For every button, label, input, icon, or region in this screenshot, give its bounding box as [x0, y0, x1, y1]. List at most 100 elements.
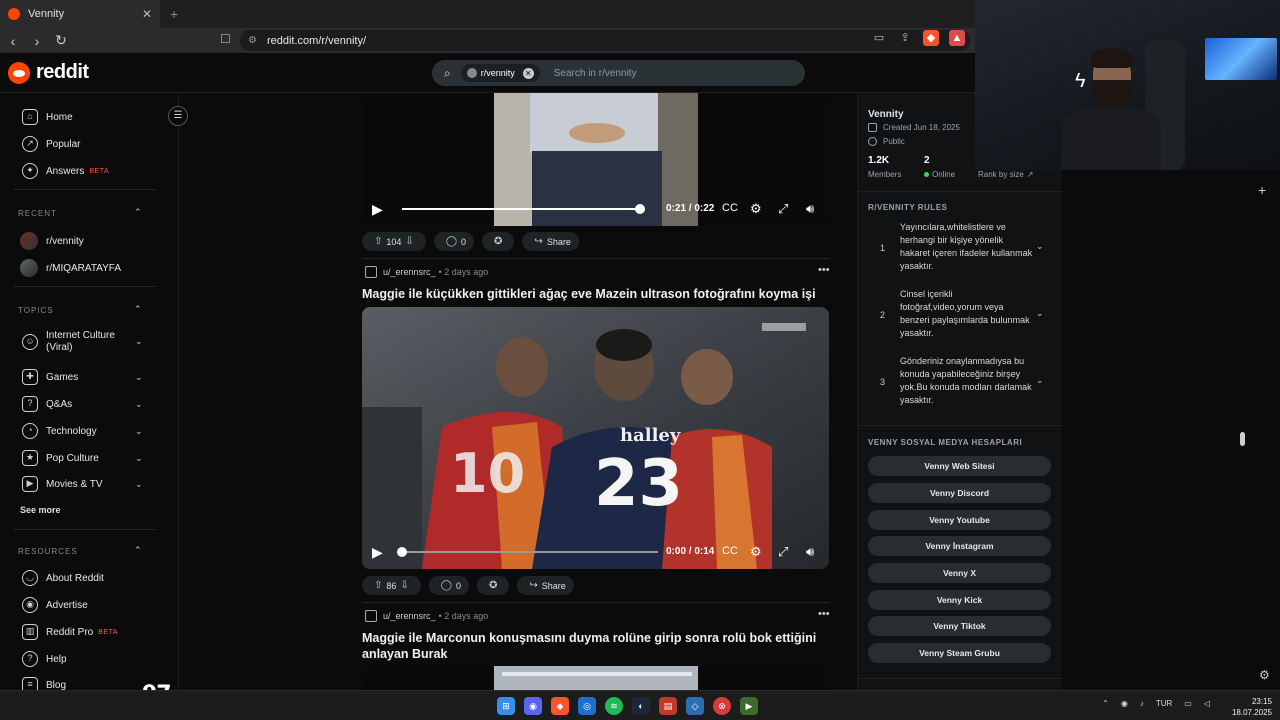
rule-item[interactable]: 2 Cinsel içerikli fotoğraf,video,yorum v…: [868, 288, 1053, 348]
app-icon[interactable]: ◇: [686, 697, 704, 715]
post-title[interactable]: Maggie ile Marconun konuşmasını duyma ro…: [362, 630, 832, 662]
chevron-down-icon[interactable]: ⌄: [1036, 375, 1044, 386]
chevron-down-icon[interactable]: ⌄: [1036, 241, 1044, 252]
brave-rewards-icon[interactable]: ▲: [949, 30, 965, 46]
post-author[interactable]: u/_erennsrc_: [383, 267, 436, 277]
social-link-button[interactable]: Venny X: [868, 563, 1051, 583]
settings-gear-icon[interactable]: ⚙: [1259, 668, 1270, 682]
address-bar[interactable]: ⚙ reddit.com/r/vennity/: [240, 30, 970, 51]
captions-icon[interactable]: CC: [722, 202, 738, 214]
forward-icon[interactable]: ›: [26, 33, 48, 49]
resources-section-header[interactable]: RESOURCES ⌃: [18, 545, 142, 556]
fullscreen-icon[interactable]: ⤢: [778, 201, 788, 217]
award-button[interactable]: ✪: [482, 232, 515, 251]
play-icon[interactable]: ▶: [372, 544, 383, 561]
post-video[interactable]: 10 23 halley ▶ 0:00 / 0:14 CC ⚙ ⤢ 🔊︎: [362, 307, 829, 569]
recent-item-miqaratayfa[interactable]: r/MIQARATAYFA: [20, 259, 121, 277]
comments-button[interactable]: ◯ 0: [433, 232, 475, 251]
social-link-button[interactable]: Venny Steam Grubu: [868, 643, 1051, 663]
spotify-icon[interactable]: ≋: [605, 697, 623, 715]
rank-by-size-link[interactable]: Rank by size ↗: [978, 170, 1034, 179]
rule-item[interactable]: 3 Gönderiniz onaylanmadıysa bu konuda ya…: [868, 355, 1053, 415]
display-icon[interactable]: ▭: [1184, 699, 1192, 708]
topic-technology[interactable]: ◔ Technology ⌄: [22, 423, 143, 439]
share-page-icon[interactable]: ⇪: [897, 30, 913, 46]
microphone-icon[interactable]: ♪: [1140, 699, 1144, 708]
video-scrubber[interactable]: [635, 204, 646, 214]
search-input[interactable]: Search in r/vennity: [554, 68, 637, 79]
app-tray-icon[interactable]: ◉: [1121, 699, 1128, 708]
chevron-down-icon[interactable]: ⌄: [1036, 308, 1044, 319]
captions-icon[interactable]: CC: [722, 545, 738, 557]
page-scrollbar-thumb[interactable]: [1240, 432, 1245, 446]
browser-tab[interactable]: Vennity ✕: [0, 0, 160, 28]
resource-advertise[interactable]: ◉ Advertise: [22, 597, 88, 613]
video-scrubber[interactable]: [397, 547, 407, 557]
video-progress-bar[interactable]: [397, 547, 658, 557]
windows-start-icon[interactable]: ⊞: [497, 697, 515, 715]
rule-item[interactable]: 1 Yayıncılara,whitelistlere ve herhangi …: [868, 221, 1053, 281]
settings-gear-icon[interactable]: ⚙: [750, 544, 762, 560]
topics-section-header[interactable]: TOPICS ⌃: [18, 304, 142, 315]
clock[interactable]: 23:15 18.07.2025: [1232, 696, 1272, 718]
volume-icon[interactable]: 🔊︎: [806, 201, 814, 217]
upvote-icon[interactable]: ⇧: [374, 236, 382, 247]
settings-gear-icon[interactable]: ⚙: [750, 201, 762, 217]
downvote-icon[interactable]: ⇩: [405, 236, 413, 247]
post-author[interactable]: u/_erennsrc_: [383, 611, 436, 621]
brave-shields-icon[interactable]: ◆: [923, 30, 939, 46]
topic-internet-culture[interactable]: ☺ Internet Culture (Viral) ⌄: [22, 330, 143, 354]
social-link-button[interactable]: Venny Kick: [868, 590, 1051, 610]
topic-movies-tv[interactable]: ▶ Movies & TV ⌄: [22, 476, 143, 492]
search-scope-chip[interactable]: r/vennity ✕: [460, 64, 540, 82]
back-icon[interactable]: ‹: [2, 33, 24, 49]
topic-pop-culture[interactable]: ★ Pop Culture ⌄: [22, 450, 143, 466]
play-icon[interactable]: ▶: [372, 201, 383, 218]
recent-item-vennity[interactable]: r/vennity: [20, 232, 84, 250]
sidebar-item-answers[interactable]: ✦ Answers BETA: [22, 163, 109, 179]
post-video[interactable]: [362, 666, 829, 690]
discord-icon[interactable]: ◉: [524, 697, 542, 715]
social-link-button[interactable]: Venny Tiktok: [868, 616, 1051, 636]
recent-section-header[interactable]: RECENT ⌃: [18, 207, 142, 218]
more-options-icon[interactable]: •••: [818, 264, 830, 276]
collapse-sidebar-button[interactable]: ☰: [168, 106, 188, 126]
steam-icon[interactable]: ◐: [632, 697, 650, 715]
social-link-button[interactable]: Venny Discord: [868, 483, 1051, 503]
chevron-up-icon[interactable]: ⌃: [1102, 699, 1109, 708]
award-button[interactable]: ✪: [477, 576, 510, 595]
see-more-link[interactable]: See more: [20, 505, 61, 515]
sidebar-item-popular[interactable]: ↗ Popular: [22, 136, 80, 152]
share-button[interactable]: ↪ Share: [517, 576, 574, 595]
topic-games[interactable]: ✚ Games ⌄: [22, 369, 143, 385]
clear-scope-icon[interactable]: ✕: [522, 67, 534, 79]
upvote-icon[interactable]: ⇧: [374, 580, 382, 591]
bookmark-icon[interactable]: ☐: [220, 32, 231, 46]
share-button[interactable]: ↪ Share: [522, 232, 579, 251]
downvote-icon[interactable]: ⇩: [400, 580, 408, 591]
post-title[interactable]: Maggie ile küçükken gittikleri ağaç eve …: [362, 286, 832, 302]
sidebar-item-home[interactable]: ⌂ Home: [22, 109, 73, 125]
social-link-button[interactable]: Venny Youtube: [868, 510, 1051, 530]
volume-icon[interactable]: 🔊︎: [806, 544, 814, 560]
site-info-icon[interactable]: ⚙: [248, 35, 257, 46]
app-icon[interactable]: ◎: [578, 697, 596, 715]
resource-about-reddit[interactable]: ◡ About Reddit: [22, 570, 104, 586]
search-bar[interactable]: ⌕ r/vennity ✕ Search in r/vennity: [432, 60, 805, 86]
social-link-button[interactable]: Venny Web Sitesi: [868, 456, 1051, 476]
app-icon[interactable]: ▤: [659, 697, 677, 715]
add-panel-icon[interactable]: +: [1258, 182, 1266, 198]
reload-icon[interactable]: ↻: [50, 32, 72, 49]
comments-button[interactable]: ◯ 0: [428, 576, 470, 595]
app-icon[interactable]: ⊗: [713, 697, 731, 715]
volume-icon[interactable]: ◁: [1204, 699, 1210, 708]
post-video[interactable]: ▶ 0:21 / 0:22 CC ⚙ ⤢ 🔊︎: [362, 93, 829, 226]
new-tab-button[interactable]: +: [170, 6, 178, 22]
brave-browser-icon[interactable]: ◆: [551, 697, 569, 715]
social-link-button[interactable]: Venny İnstagram: [868, 536, 1051, 556]
close-tab-icon[interactable]: ✕: [142, 7, 152, 21]
resource-reddit-pro[interactable]: ▥ Reddit Pro BETA: [22, 624, 118, 640]
topic-qas[interactable]: ? Q&As ⌄: [22, 396, 143, 412]
resource-help[interactable]: ? Help: [22, 651, 67, 667]
video-progress-bar[interactable]: [402, 204, 646, 214]
